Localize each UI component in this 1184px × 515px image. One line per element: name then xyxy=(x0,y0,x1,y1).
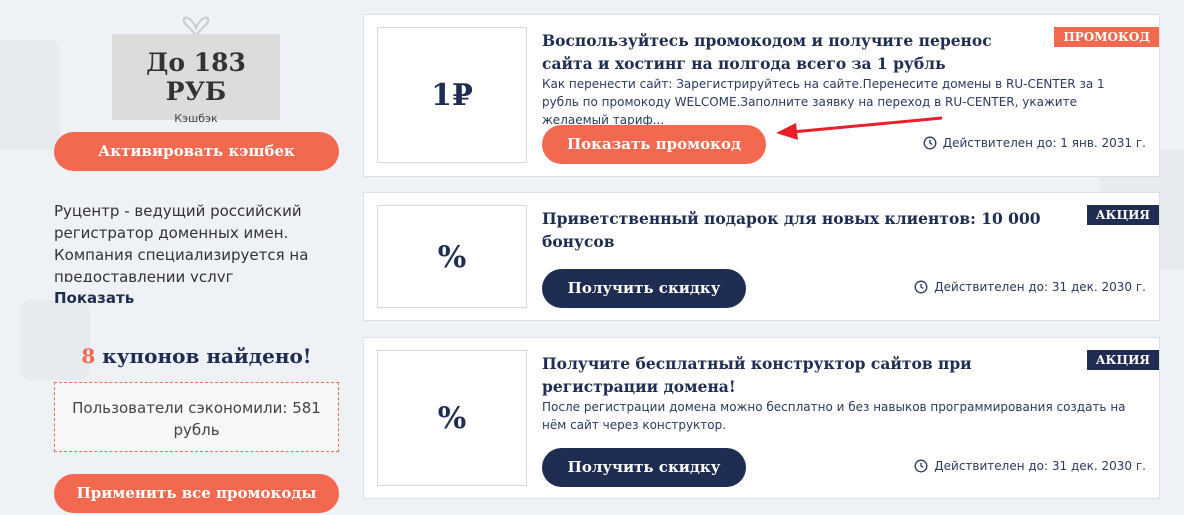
coupon-title[interactable]: Приветственный подарок для новых клиенто… xyxy=(542,207,1042,253)
show-more-link[interactable]: Показать xyxy=(54,289,134,307)
coupon-card: 1₽ ПРОМОКОД Воспользуйтесь промокодом и … xyxy=(363,14,1160,177)
cashback-box: До 183 РУБ Кэшбэк xyxy=(112,34,280,125)
savings-line-1: Пользователи сэкономили: 581 xyxy=(72,399,321,417)
clock-icon xyxy=(923,136,937,150)
sale-tag: АКЦИЯ xyxy=(1086,350,1159,370)
savings-box: Пользователи сэкономили: 581 рубль xyxy=(54,382,339,452)
valid-until-text: Действителен до: 31 дек. 2030 г. xyxy=(934,280,1146,294)
coupon-thumb: 1₽ xyxy=(377,27,527,163)
promocode-tag: ПРОМОКОД xyxy=(1054,27,1159,47)
activate-cashback-button[interactable]: Активировать кэшбек xyxy=(54,132,339,171)
cashback-label: Кэшбэк xyxy=(174,112,218,125)
show-promocode-button[interactable]: Показать промокод xyxy=(542,125,766,164)
valid-until: Действителен до: 1 янв. 2031 г. xyxy=(923,136,1146,150)
clock-icon xyxy=(914,280,928,294)
valid-until-text: Действителен до: 31 дек. 2030 г. xyxy=(934,459,1146,473)
coupons-found-heading: 8 купонов найдено! xyxy=(54,344,339,368)
coupon-thumb: % xyxy=(377,205,527,308)
clock-icon xyxy=(914,459,928,473)
apply-all-promocodes-button[interactable]: Применить все промокоды xyxy=(54,474,339,513)
coupon-description: После регистрации домена можно бесплатно… xyxy=(542,400,1126,432)
get-discount-button[interactable]: Получить скидку xyxy=(542,448,746,487)
valid-until: Действителен до: 31 дек. 2030 г. xyxy=(914,459,1146,473)
coupons-count: 8 xyxy=(81,344,96,368)
coupon-title[interactable]: Воспользуйтесь промокодом и получите пер… xyxy=(542,29,1042,75)
store-description: Руцентр - ведущий российский регистратор… xyxy=(54,202,309,282)
coupon-card: % АКЦИЯ Приветственный подарок для новых… xyxy=(363,192,1160,321)
valid-until: Действителен до: 31 дек. 2030 г. xyxy=(914,280,1146,294)
valid-until-text: Действителен до: 1 янв. 2031 г. xyxy=(942,136,1146,150)
coupon-card: % АКЦИЯ Получите бесплатный конструктор … xyxy=(363,337,1160,499)
coupon-description: Как перенести сайт: Зарегистрируйтесь на… xyxy=(542,77,1105,127)
coupons-found-text: купонов найдено! xyxy=(95,344,312,368)
sidebar: До 183 РУБ Кэшбэк Активировать кэшбек Ру… xyxy=(0,0,365,515)
cashback-amount: До 183 РУБ xyxy=(146,48,246,106)
coupon-title[interactable]: Получите бесплатный конструктор сайтов п… xyxy=(542,352,1042,398)
sale-tag: АКЦИЯ xyxy=(1086,205,1159,225)
coupon-thumb: % xyxy=(377,350,527,486)
get-discount-button[interactable]: Получить скидку xyxy=(542,269,746,308)
savings-line-2: рубль xyxy=(173,421,220,439)
